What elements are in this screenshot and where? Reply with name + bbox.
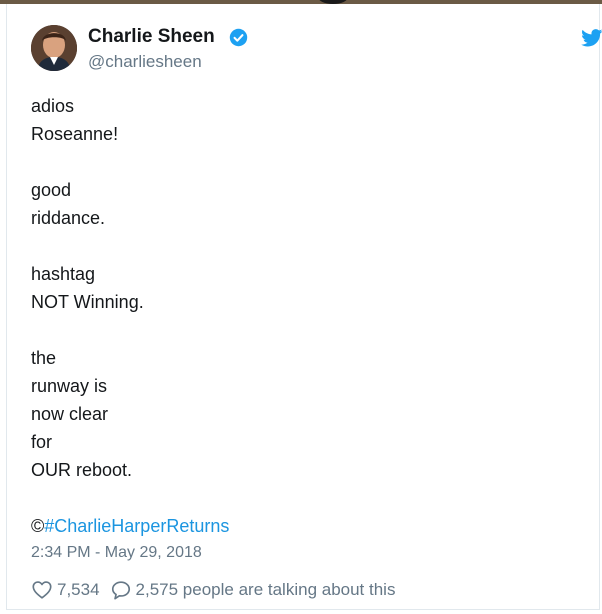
tweet-line: Roseanne! [31,124,119,144]
speech-bubble-icon[interactable] [110,579,132,601]
avatar[interactable] [31,25,77,71]
tweet-line: riddance. [31,208,106,228]
talking-about-count[interactable]: 2,575 people are talking about this [136,580,396,600]
tweet-line: hashtag [31,264,96,284]
tweet-line-break [31,316,571,344]
tweet-line: NOT Winning. [31,292,144,312]
avatar-portrait [31,25,77,71]
tweet-line: for [31,432,53,452]
user-handle[interactable]: @charliesheen [88,52,202,72]
user-name[interactable]: Charlie Sheen [88,26,215,48]
tweet-actions: 7,534 2,575 people are talking about thi… [31,578,395,602]
hashtag-link[interactable]: #CharlieHarperReturns [44,516,229,536]
tweet-line: good [31,180,72,200]
copyright-symbol: © [31,516,45,536]
like-count[interactable]: 7,534 [57,580,100,600]
tweet-line: adios [31,96,75,116]
tweet-text: adios Roseanne! good riddance. hashtag N… [31,92,571,484]
tweet-line: the [31,348,57,368]
hashtag-line: ©#CharlieHarperReturns [31,512,229,540]
timestamp[interactable]: 2:34 PM - May 29, 2018 [31,544,202,562]
tweet-line: OUR reboot. [31,460,133,480]
tweet-card: Charlie Sheen @charliesheen adios Rosean… [6,4,602,610]
tweet-line-break [31,232,571,260]
tweet-line: runway is [31,376,108,396]
twitter-bird-icon[interactable] [581,29,602,47]
heart-icon[interactable] [31,579,53,601]
verified-badge-icon [229,28,248,47]
tweet-line: now clear [31,404,109,424]
tweet-line-break [31,148,571,176]
